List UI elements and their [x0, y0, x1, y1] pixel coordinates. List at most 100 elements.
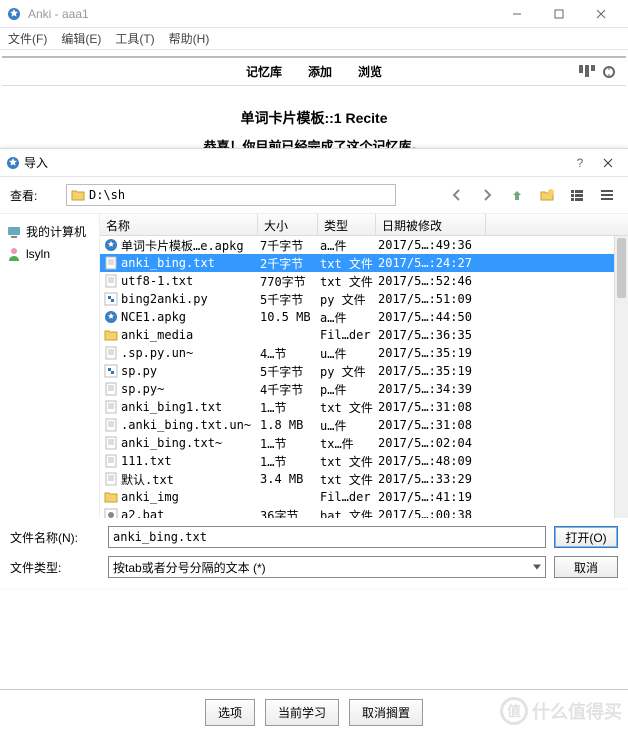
sync-icon[interactable] — [602, 65, 616, 79]
file-row[interactable]: 单词卡片模板…e.apkg7千字节a…件2017/5…:49:36 — [100, 236, 614, 254]
file-date: 2017/5…:51:09 — [376, 292, 516, 306]
dialog-close-button[interactable] — [594, 150, 622, 176]
minimize-button[interactable] — [496, 1, 538, 27]
filetype-combobox[interactable]: 按tab或者分号分隔的文本 (*) — [108, 556, 546, 578]
file-date: 2017/5…:49:36 — [376, 238, 516, 252]
file-row[interactable]: 111.txt1…节txt 文件2017/5…:48:09 — [100, 452, 614, 470]
file-type: py 文件 — [318, 291, 376, 308]
file-name: anki_bing.txt — [121, 256, 215, 270]
file-row[interactable]: .anki_bing.txt.un~1.8 MBu…件2017/5…:31:08 — [100, 416, 614, 434]
file-row[interactable]: a2.bat36字节bat 文件2017/5…:00:38 — [100, 506, 614, 518]
file-name: 单词卡片模板…e.apkg — [121, 237, 244, 254]
file-list-pane: 名称 大小 类型 日期被修改 单词卡片模板…e.apkg7千字节a…件2017/… — [100, 214, 628, 518]
file-row[interactable]: anki_bing.txt2千字节txt 文件2017/5…:24:27 — [100, 254, 614, 272]
file-icon — [104, 364, 118, 378]
anki-app-icon — [6, 156, 20, 170]
file-row[interactable]: 默认.txt3.4 MBtxt 文件2017/5…:33:29 — [100, 470, 614, 488]
scrollbar[interactable] — [614, 236, 628, 518]
file-icon — [104, 418, 118, 432]
file-name: 默认.txt — [121, 471, 174, 488]
menu-tool[interactable]: 工具(T) — [115, 30, 154, 47]
dialog-toolbar: 查看: D:\sh — [0, 177, 628, 213]
file-row[interactable]: anki_bing1.txt1…节txt 文件2017/5…:31:08 — [100, 398, 614, 416]
file-date: 2017/5…:52:46 — [376, 274, 516, 288]
filename-input[interactable] — [108, 526, 546, 548]
tab-browse[interactable]: 浏览 — [358, 63, 382, 80]
file-row[interactable]: bing2anki.py5千字节py 文件2017/5…:51:09 — [100, 290, 614, 308]
file-type: tx…件 — [318, 435, 376, 452]
sidebar-item-user[interactable]: lsyln — [4, 243, 95, 265]
unbury-button[interactable]: 取消搁置 — [349, 699, 423, 726]
header-size[interactable]: 大小 — [258, 214, 318, 235]
file-size: 3.4 MB — [258, 472, 318, 486]
file-name: .sp.py.un~ — [121, 346, 193, 360]
file-row[interactable]: anki_bing.txt~1…节tx…件2017/5…:02:04 — [100, 434, 614, 452]
study-button[interactable]: 当前学习 — [265, 699, 339, 726]
file-type: a…件 — [318, 237, 376, 254]
dialog-title: 导入 — [24, 154, 48, 171]
close-button[interactable] — [580, 1, 622, 27]
file-row[interactable]: utf8-1.txt 770字节txt 文件2017/5…:52:46 — [100, 272, 614, 290]
file-date: 2017/5…:00:38 — [376, 508, 516, 518]
file-row[interactable]: .sp.py.un~4…节u…件2017/5…:35:19 — [100, 344, 614, 362]
file-name: anki_bing.txt~ — [121, 436, 222, 450]
anki-app-icon — [6, 6, 22, 22]
sidebar-item-computer[interactable]: 我的计算机 — [4, 220, 95, 243]
file-type: Fil…der — [318, 328, 376, 342]
file-date: 2017/5…:31:08 — [376, 418, 516, 432]
stats-icon[interactable] — [579, 65, 616, 79]
file-row[interactable]: sp.py5千字节py 文件2017/5…:35:19 — [100, 362, 614, 380]
dialog-help-button[interactable]: ? — [566, 150, 594, 176]
file-type: a…件 — [318, 309, 376, 326]
file-date: 2017/5…:24:27 — [376, 256, 516, 270]
header-date[interactable]: 日期被修改 — [376, 214, 486, 235]
maximize-button[interactable] — [538, 1, 580, 27]
file-size: 770字节 — [258, 273, 318, 290]
file-row[interactable]: sp.py~4千字节p…件2017/5…:34:39 — [100, 380, 614, 398]
file-date: 2017/5…:48:09 — [376, 454, 516, 468]
main-menubar: 文件(F) 编辑(E) 工具(T) 帮助(H) — [0, 28, 628, 50]
file-row[interactable]: anki_imgFil…der2017/5…:41:19 — [100, 488, 614, 506]
new-folder-icon[interactable] — [536, 184, 558, 206]
file-size: 1.8 MB — [258, 418, 318, 432]
file-size: 4千字节 — [258, 381, 318, 398]
scrollbar-thumb[interactable] — [617, 238, 626, 298]
file-date: 2017/5…:41:19 — [376, 490, 516, 504]
nav-up-icon[interactable] — [506, 184, 528, 206]
cancel-button[interactable]: 取消 — [554, 556, 618, 578]
file-icon — [104, 256, 118, 270]
file-name: .anki_bing.txt.un~ — [121, 418, 251, 432]
file-type: p…件 — [318, 381, 376, 398]
filename-label: 文件名称(N): — [10, 529, 100, 546]
menu-edit[interactable]: 编辑(E) — [61, 30, 101, 47]
file-date: 2017/5…:02:04 — [376, 436, 516, 450]
tab-add[interactable]: 添加 — [308, 63, 332, 80]
header-name[interactable]: 名称 — [100, 214, 258, 235]
header-type[interactable]: 类型 — [318, 214, 376, 235]
nav-forward-icon[interactable] — [476, 184, 498, 206]
file-row[interactable]: anki_mediaFil…der2017/5…:36:35 — [100, 326, 614, 344]
options-button[interactable]: 选项 — [205, 699, 255, 726]
file-type: Fil…der — [318, 490, 376, 504]
view-detail-icon[interactable] — [596, 184, 618, 206]
file-size: 10.5 MB — [258, 310, 318, 324]
file-row[interactable]: NCE1.apkg10.5 MBa…件2017/5…:44:50 — [100, 308, 614, 326]
file-icon — [104, 490, 118, 504]
file-type: py 文件 — [318, 363, 376, 380]
file-type: txt 文件 — [318, 273, 376, 290]
file-icon — [104, 454, 118, 468]
tab-decks[interactable]: 记忆库 — [246, 63, 282, 80]
file-date: 2017/5…:36:35 — [376, 328, 516, 342]
file-icon — [104, 400, 118, 414]
file-size: 36字节 — [258, 507, 318, 519]
deck-title: 单词卡片模板::1 Recite — [4, 108, 624, 128]
open-button[interactable]: 打开(O) — [554, 526, 618, 548]
path-combobox[interactable]: D:\sh — [66, 184, 396, 206]
file-type: bat 文件 — [318, 507, 376, 519]
file-name: utf8-1.txt — [121, 274, 193, 288]
nav-back-icon[interactable] — [446, 184, 468, 206]
menu-file[interactable]: 文件(F) — [8, 30, 47, 47]
view-list-icon[interactable] — [566, 184, 588, 206]
file-date: 2017/5…:35:19 — [376, 346, 516, 360]
menu-help[interactable]: 帮助(H) — [169, 30, 210, 47]
